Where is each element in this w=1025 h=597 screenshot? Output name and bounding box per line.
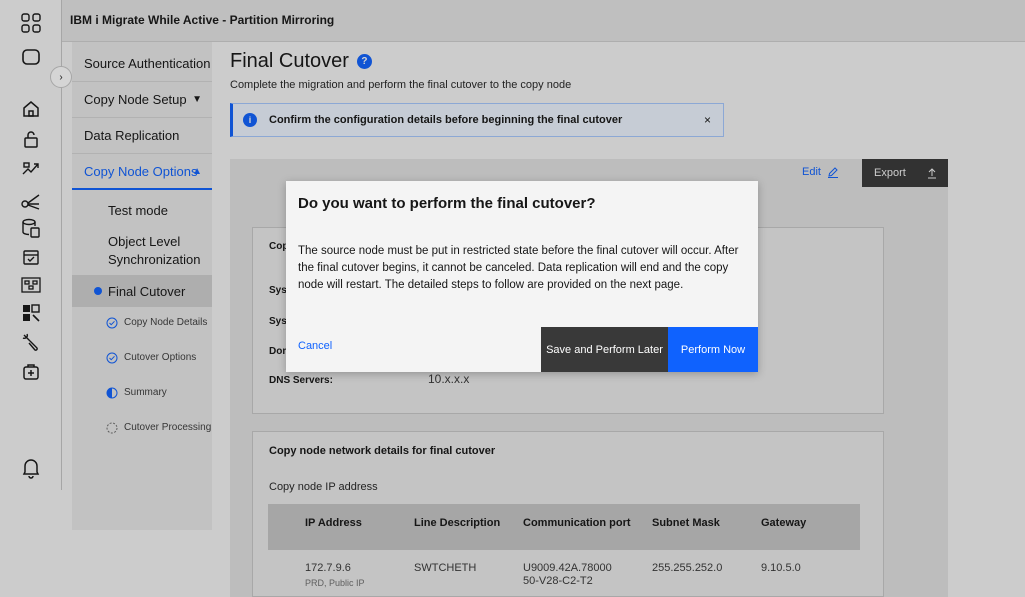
save-perform-later-button[interactable]: Save and Perform Later (541, 327, 668, 372)
modal-body: The source node must be put in restricte… (298, 245, 739, 291)
cancel-button[interactable]: Cancel (298, 340, 332, 352)
perform-now-button[interactable]: Perform Now (668, 327, 758, 372)
final-cutover-modal: Do you want to perform the final cutover… (286, 181, 758, 372)
modal-title: Do you want to perform the final cutover… (298, 195, 596, 212)
